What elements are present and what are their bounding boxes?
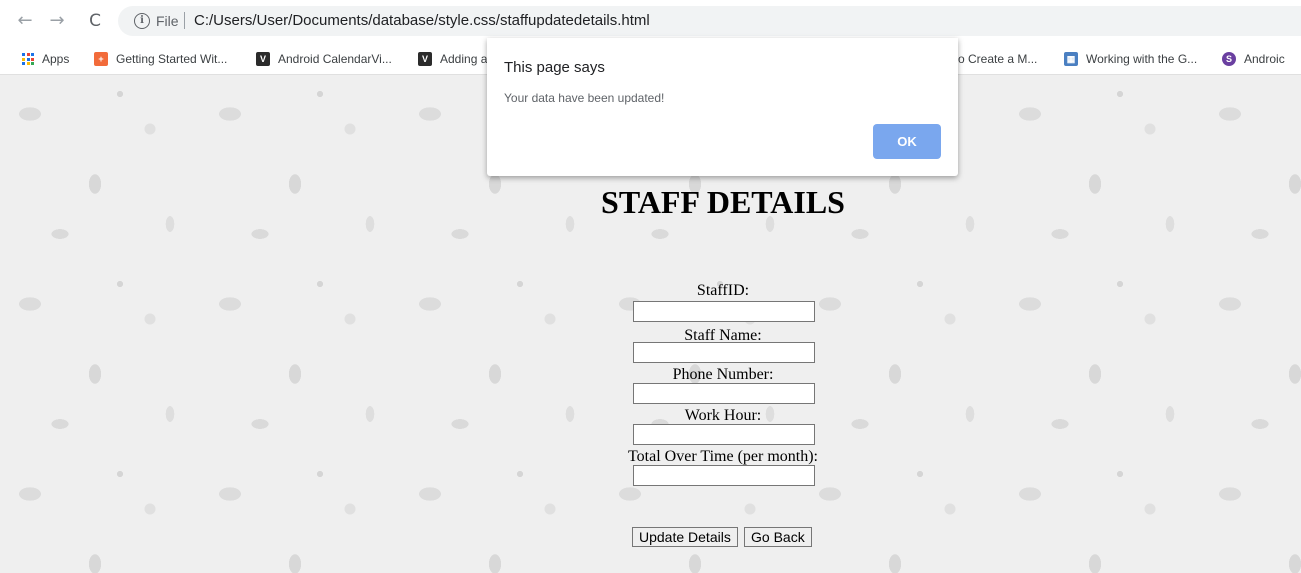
overtime-label: Total Over Time (per month): xyxy=(628,448,818,465)
staff-name-input[interactable] xyxy=(633,342,815,363)
ok-button[interactable]: OK xyxy=(873,124,941,159)
staffid-label: StaffID: xyxy=(696,282,750,299)
bookmark-favicon-icon: V xyxy=(418,52,432,66)
phone-number-label: Phone Number: xyxy=(672,366,774,383)
bookmark-favicon-icon: S xyxy=(1222,52,1236,66)
bookmark-favicon-icon: + xyxy=(94,52,108,66)
bookmark-working-with[interactable]: ▦ Working with the G... xyxy=(1064,49,1197,69)
bookmark-label: Getting Started Wit... xyxy=(116,52,228,66)
bookmark-favicon-icon: ▦ xyxy=(1064,52,1078,66)
back-arrow-icon[interactable]: ← xyxy=(14,10,36,32)
alert-dialog: This page says Your data have been updat… xyxy=(487,38,958,176)
bookmark-label: Androic xyxy=(1244,52,1285,66)
reload-icon[interactable]: C xyxy=(84,10,106,32)
url-separator xyxy=(184,12,185,29)
work-hour-input[interactable] xyxy=(633,424,815,445)
bookmark-adding[interactable]: V Adding a xyxy=(418,49,487,69)
bookmark-label: Android CalendarVi... xyxy=(278,52,392,66)
bookmark-label: Apps xyxy=(42,52,70,66)
work-hour-label: Work Hour: xyxy=(684,407,762,424)
address-bar[interactable]: i File C:/Users/User/Documents/database/… xyxy=(118,6,1301,36)
go-back-button[interactable]: Go Back xyxy=(744,527,812,547)
forward-arrow-icon[interactable]: → xyxy=(46,10,68,32)
phone-number-input[interactable] xyxy=(633,383,815,404)
bookmark-favicon-icon: V xyxy=(256,52,270,66)
bookmark-getting-started[interactable]: + Getting Started Wit... xyxy=(94,49,227,69)
url-scheme: File xyxy=(156,13,179,29)
bookmark-label: Working with the G... xyxy=(1086,52,1198,66)
bookmark-label: Adding a xyxy=(440,52,488,66)
bookmark-android[interactable]: S Androic xyxy=(1222,49,1285,69)
dialog-title: This page says xyxy=(504,59,605,76)
url-text[interactable]: C:/Users/User/Documents/database/style.c… xyxy=(194,12,650,29)
bookmark-label: o Create a M... xyxy=(958,52,1038,66)
page-title: STAFF DETAILS xyxy=(601,184,845,220)
bookmark-android-calendarview[interactable]: V Android CalendarVi... xyxy=(256,49,392,69)
bookmark-create[interactable]: o Create a M... xyxy=(958,49,1037,69)
overtime-input[interactable] xyxy=(633,465,815,486)
info-icon[interactable]: i xyxy=(134,13,150,29)
dialog-message: Your data have been updated! xyxy=(504,91,665,105)
apps-grid-icon xyxy=(22,53,34,65)
staffid-input[interactable] xyxy=(633,301,815,322)
update-details-button[interactable]: Update Details xyxy=(632,527,738,547)
bookmark-apps[interactable]: Apps xyxy=(22,49,69,69)
